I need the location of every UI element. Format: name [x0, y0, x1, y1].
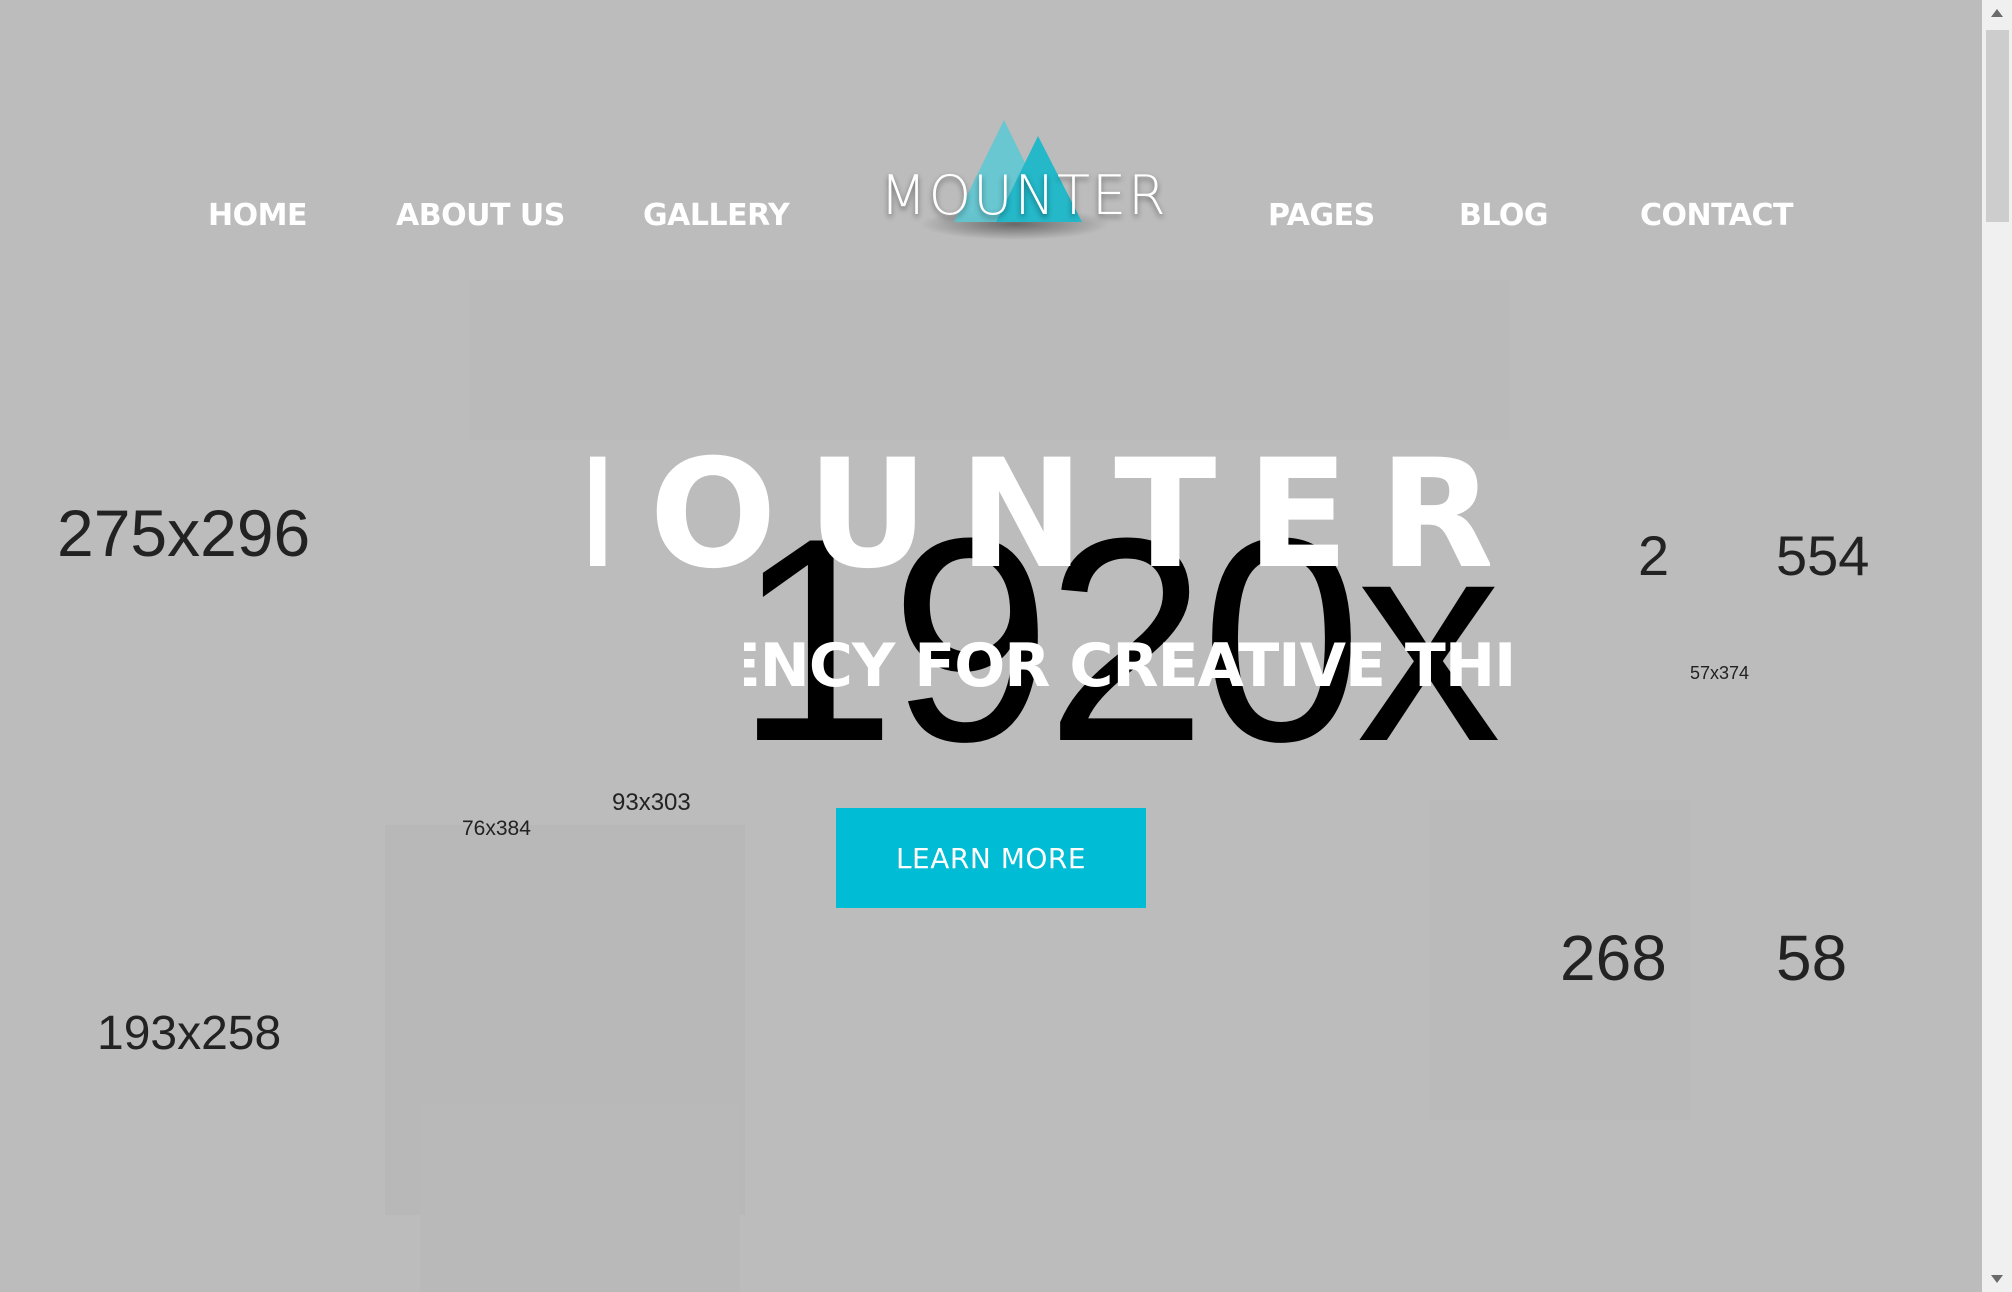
placeholder-label: 93x303 — [612, 789, 691, 816]
placeholder-label: 2 — [1638, 524, 1670, 587]
placeholder-label: 58 — [1776, 922, 1848, 994]
hero-title-container: MOUNTER — [590, 440, 1490, 590]
placeholder-label: 275x296 — [57, 496, 311, 570]
site-logo[interactable]: MOUNTER — [870, 112, 1166, 242]
vertical-scrollbar[interactable] — [1982, 0, 2012, 1292]
placeholder-label: 268 — [1560, 922, 1667, 994]
placeholder-label: 554 — [1776, 524, 1870, 587]
page: 275x296 193x258 76x384 93x303 2 554 57x3… — [0, 0, 2012, 1292]
nav-contact-link[interactable]: CONTACT — [1640, 198, 1793, 233]
hero-title: MOUNTER — [590, 440, 1490, 590]
scroll-up-icon[interactable] — [1982, 0, 2012, 26]
bg-tile — [420, 1105, 740, 1292]
learn-more-button[interactable]: LEARN MORE — [836, 808, 1146, 908]
hero-subtitle-container: AGENCY FOR CREATIVE THINKING — [744, 634, 1516, 714]
logo-text: MOUNTER — [880, 164, 1168, 227]
scroll-down-icon[interactable] — [1982, 1266, 2012, 1292]
placeholder-label: 76x384 — [462, 817, 531, 840]
scrollbar-thumb[interactable] — [1986, 30, 2009, 222]
nav-about-link[interactable]: ABOUT US — [396, 198, 565, 233]
nav-pages-link[interactable]: PAGES — [1268, 198, 1375, 233]
nav-blog-link[interactable]: BLOG — [1459, 198, 1549, 233]
nav-gallery-link[interactable]: GALLERY — [643, 198, 790, 233]
placeholder-label: 193x258 — [97, 1007, 282, 1060]
hero-subtitle: AGENCY FOR CREATIVE THINKING — [744, 634, 1516, 701]
nav-home-link[interactable]: HOME — [208, 198, 307, 233]
viewport: 275x296 193x258 76x384 93x303 2 554 57x3… — [0, 0, 1982, 1292]
bg-tile — [470, 280, 1510, 440]
placeholder-label: 57x374 — [1690, 663, 1750, 683]
